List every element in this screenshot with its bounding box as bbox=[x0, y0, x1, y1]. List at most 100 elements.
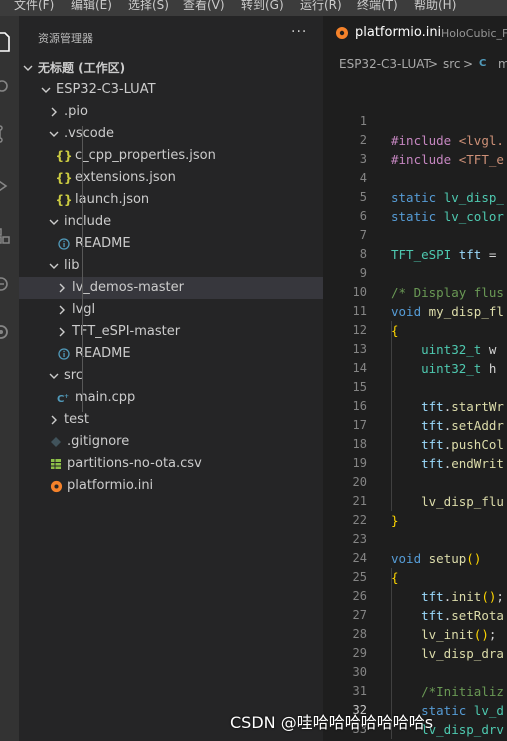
line-number: 20 bbox=[352, 475, 367, 489]
menu-item[interactable]: 文件(F) bbox=[14, 0, 54, 12]
line-number: 14 bbox=[352, 361, 367, 375]
svg-text:+: + bbox=[64, 393, 69, 400]
line-number: 11 bbox=[352, 304, 367, 318]
platformio-icon[interactable] bbox=[0, 312, 19, 352]
cpp-icon: C + bbox=[57, 387, 71, 409]
code-line: tft.startWr bbox=[421, 399, 504, 414]
more-actions-button[interactable]: ··· bbox=[291, 24, 307, 40]
platformio-file-icon bbox=[335, 26, 349, 44]
menu-item[interactable]: 帮助(H) bbox=[414, 0, 456, 12]
tree-folder-vscode[interactable]: .vscode bbox=[19, 123, 323, 145]
tab-label: platformio.ini bbox=[355, 25, 442, 40]
code-line: { bbox=[391, 323, 399, 338]
breadcrumb-file[interactable]: m bbox=[498, 57, 507, 71]
line-number: 22 bbox=[352, 513, 367, 527]
code-line: static lv_color bbox=[391, 209, 504, 224]
line-number: 23 bbox=[352, 532, 367, 546]
line-number: 19 bbox=[352, 456, 367, 470]
workspace-header[interactable]: 无标题 (工作区) bbox=[19, 57, 323, 79]
line-number: 16 bbox=[352, 399, 367, 413]
tree-item-label: lvgl bbox=[72, 302, 96, 317]
menu-item[interactable]: 转到(G) bbox=[241, 0, 284, 12]
explorer-sidebar: 资源管理器 ··· 无标题 (工作区) ESP32-C3-LUAT .pio .vs… bbox=[19, 16, 323, 741]
tab-platformio-ini[interactable]: platformio.ini HoloCubic_Fir bbox=[323, 16, 507, 51]
code-line: void setup() bbox=[391, 551, 482, 566]
tree-item-label: README bbox=[75, 236, 131, 251]
indent-guide bbox=[82, 214, 83, 258]
explorer-title: 资源管理器 bbox=[38, 32, 93, 45]
code-line: uint32_t w bbox=[421, 342, 497, 357]
menu-item[interactable]: 编辑(E) bbox=[71, 0, 112, 12]
tree-file-main-cpp[interactable]: C + main.cpp bbox=[19, 387, 323, 409]
code-indent-guide bbox=[391, 321, 392, 511]
menu-item[interactable]: 终端(T) bbox=[357, 0, 398, 12]
gitignore-icon bbox=[49, 431, 63, 453]
code-line: tft.setAddr bbox=[421, 418, 504, 433]
indent-guide bbox=[82, 390, 83, 412]
chevron-down-icon bbox=[48, 211, 60, 233]
json-icon: {} bbox=[55, 171, 73, 185]
search-icon[interactable] bbox=[0, 68, 19, 108]
code-line: TFT_eSPI tft = bbox=[391, 247, 504, 262]
line-number: 5 bbox=[359, 190, 367, 204]
tree-file-extensions-json[interactable]: {} extensions.json bbox=[19, 167, 323, 189]
code-line: void my_disp_fl bbox=[391, 304, 504, 319]
tree-folder-lib[interactable]: lib bbox=[19, 255, 323, 277]
tree-file-platformio-ini[interactable]: platformio.ini bbox=[19, 475, 323, 497]
tree-file-partitions-no-ota-csv[interactable]: partitions-no-ota.csv bbox=[19, 453, 323, 475]
line-number: 7 bbox=[359, 228, 367, 242]
chevron-right-icon bbox=[56, 277, 68, 299]
breadcrumb-root[interactable]: ESP32-C3-LUAT bbox=[339, 57, 431, 71]
code-line: tft.pushCol bbox=[421, 437, 504, 452]
workspace-label: 无标题 (工作区) bbox=[38, 61, 126, 75]
menu-item[interactable]: 查看(V) bbox=[183, 0, 225, 12]
activity-bar bbox=[0, 16, 19, 741]
tree-folder-lv-demos-master[interactable]: lv_demos-master bbox=[19, 277, 323, 299]
breadcrumb-separator: > bbox=[428, 57, 439, 71]
menu-item[interactable]: 选择(S) bbox=[128, 0, 169, 12]
chevron-right-icon bbox=[56, 321, 68, 343]
watermark: CSDN @哇哈哈哈哈哈哈哈s bbox=[230, 713, 434, 732]
tree-folder-tft-espi-master[interactable]: TFT_eSPI-master bbox=[19, 321, 323, 343]
line-number: 27 bbox=[352, 608, 367, 622]
tree-item-label: ESP32-C3-LUAT bbox=[56, 82, 156, 97]
tab-bar: platformio.ini HoloCubic_Fir bbox=[323, 16, 507, 51]
line-number: 8 bbox=[359, 247, 367, 261]
line-number: 12 bbox=[352, 323, 367, 337]
indent-guide bbox=[82, 258, 83, 346]
chevron-right-icon bbox=[48, 409, 60, 431]
code-line: } bbox=[391, 513, 399, 528]
tree-item-label: src bbox=[64, 368, 83, 383]
tree-item-label: launch.json bbox=[75, 192, 150, 207]
explorer-icon[interactable] bbox=[0, 22, 19, 62]
code-line: lv_disp_flu bbox=[421, 494, 504, 509]
tree-folder-include[interactable]: include bbox=[19, 211, 323, 233]
chevron-right-icon bbox=[56, 299, 68, 321]
tree-file-c-cpp-properties-json[interactable]: {} c_cpp_properties.json bbox=[19, 145, 323, 167]
tree-item-label: lib bbox=[64, 258, 80, 273]
code-line: #include <TFT_e bbox=[391, 152, 504, 167]
breadcrumb: ESP32-C3-LUAT > src > C m bbox=[323, 52, 507, 74]
tree-folder-lvgl[interactable]: lvgl bbox=[19, 299, 323, 321]
tree-folder-pio[interactable]: .pio bbox=[19, 101, 323, 123]
tree-file-gitignore[interactable]: .gitignore bbox=[19, 431, 323, 453]
tree-file-readme[interactable]: README bbox=[19, 343, 323, 365]
chevron-down-icon bbox=[22, 57, 34, 79]
tree-folder-test[interactable]: test bbox=[19, 409, 323, 431]
source-control-icon[interactable] bbox=[0, 114, 19, 154]
menu-item[interactable]: 运行(R) bbox=[300, 0, 342, 12]
tree-file-readme[interactable]: README bbox=[19, 233, 323, 255]
remote-explorer-icon[interactable] bbox=[0, 264, 19, 304]
code-line: /* Display flus bbox=[391, 285, 504, 300]
breadcrumb-src[interactable]: src bbox=[443, 57, 461, 71]
tree-item-label: platformio.ini bbox=[67, 478, 154, 493]
line-number: 28 bbox=[352, 627, 367, 641]
extensions-icon[interactable] bbox=[0, 216, 19, 256]
tree-folder-src[interactable]: src bbox=[19, 365, 323, 387]
code-line: { bbox=[391, 570, 399, 585]
chevron-down-icon bbox=[40, 79, 52, 101]
tree-file-launch-json[interactable]: {} launch.json bbox=[19, 189, 323, 211]
run-debug-icon[interactable] bbox=[0, 166, 19, 206]
breadcrumb-separator: > bbox=[463, 57, 474, 71]
tree-folder-esp32-c3-luat[interactable]: ESP32-C3-LUAT bbox=[19, 79, 323, 101]
